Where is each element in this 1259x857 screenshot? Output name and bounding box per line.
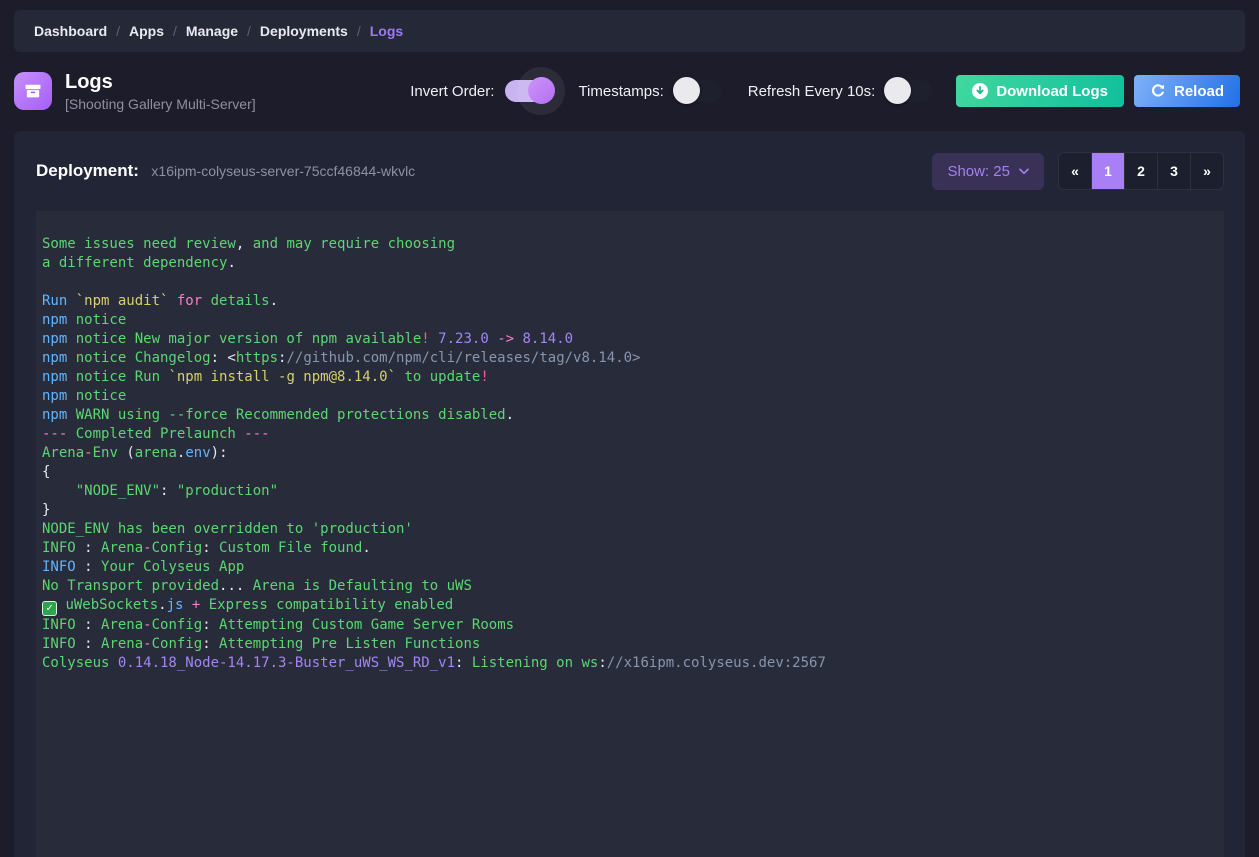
toggle-knob <box>672 77 700 104</box>
log-line: Some issues need review, and may require… <box>42 236 456 252</box>
log-line: npm notice Run `npm install -g npm@8.14.… <box>42 369 489 385</box>
breadcrumb-item-manage[interactable]: Manage <box>186 23 238 39</box>
log-line: Run `npm audit` for details. <box>42 293 279 309</box>
breadcrumb-separator: / <box>173 23 177 39</box>
breadcrumb-item-dashboard[interactable]: Dashboard <box>34 23 107 39</box>
log-line: npm notice New major version of npm avai… <box>42 331 574 347</box>
log-line: ✓ uWebSockets.js + Express compatibility… <box>42 596 1218 616</box>
page-subtitle: [Shooting Gallery Multi-Server] <box>65 95 256 112</box>
reload-button[interactable]: Reload <box>1133 75 1240 107</box>
breadcrumb-item-apps[interactable]: Apps <box>129 23 164 39</box>
log-line: a different dependency. <box>42 255 236 271</box>
download-logs-label: Download Logs <box>996 82 1108 100</box>
header-controls: Invert Order: Timestamps: Refresh Every 10… <box>410 67 1240 115</box>
log-content: Some issues need review, and may require… <box>36 211 1224 697</box>
breadcrumb-separator: / <box>247 23 251 39</box>
toggle-group: Invert Order: Timestamps: Refresh Every 10… <box>410 67 956 115</box>
page: { "breadcrumb": { "separator": "/", "ite… <box>0 0 1259 857</box>
refresh-icon <box>1150 83 1166 99</box>
chevron-down-icon <box>1019 167 1029 175</box>
breadcrumb-separator: / <box>356 23 361 39</box>
log-line: Arena-Env (arena.env): <box>42 445 228 461</box>
log-line: Colyseus 0.14.18_Node-14.17.3-Buster_uWS… <box>42 655 826 671</box>
header-buttons: Download Logs Reload <box>956 75 1240 107</box>
log-line: npm notice <box>42 312 127 328</box>
title-block: Logs [Shooting Gallery Multi-Server] <box>14 71 256 112</box>
toggle-item: Invert Order: <box>410 67 566 115</box>
toggle-item: Timestamps: <box>578 77 721 104</box>
toggle-timestamps[interactable] <box>672 77 721 104</box>
log-line: npm WARN using --force Recommended prote… <box>42 407 515 423</box>
log-line: INFO : Arena-Config: Custom File found. <box>42 540 371 556</box>
deployment-label: Deployment: <box>36 161 139 180</box>
toggle-label-invert-order: Invert Order: <box>410 82 495 100</box>
deployment-info: Deployment: x16ipm-colyseus-server-75ccf… <box>36 161 415 181</box>
archive-icon <box>14 72 52 110</box>
log-line: INFO : Arena-Config: Attempting Custom G… <box>42 617 515 633</box>
page-header: Logs [Shooting Gallery Multi-Server] Inv… <box>14 62 1240 120</box>
page-button-next[interactable]: » <box>1191 153 1223 189</box>
check-emoji: ✓ <box>42 601 57 616</box>
toggle-label-refresh-every-10s: Refresh Every 10s: <box>747 82 876 100</box>
breadcrumb-item-logs[interactable]: Logs <box>370 23 403 39</box>
log-line: "NODE_ENV": "production" <box>75 483 279 499</box>
toggle-item: Refresh Every 10s: <box>747 77 933 104</box>
download-logs-button[interactable]: Download Logs <box>956 75 1124 107</box>
log-line: npm notice <box>42 388 127 404</box>
log-viewer[interactable]: Some issues need review, and may require… <box>36 211 1224 857</box>
log-line: { <box>42 464 51 480</box>
breadcrumb-separator: / <box>116 23 121 39</box>
page-button-prev[interactable]: « <box>1059 153 1092 189</box>
page-button-3[interactable]: 3 <box>1158 153 1191 189</box>
deployment-value: x16ipm-colyseus-server-75ccf46844-wkvlc <box>151 163 416 179</box>
page-button-1[interactable]: 1 <box>1092 153 1125 189</box>
log-line: --- Completed Prelaunch --- <box>42 426 270 442</box>
log-line: INFO : Arena-Config: Attempting Pre List… <box>42 636 481 652</box>
log-line: npm notice Changelog: <https://github.co… <box>42 350 641 366</box>
show-count-label: Show: 25 <box>947 162 1010 180</box>
show-count-dropdown[interactable]: Show: 25 <box>932 152 1044 190</box>
pagination: «1 2 3» <box>1058 152 1224 190</box>
log-line: No Transport provided... Arena is Defaul… <box>42 578 472 594</box>
logs-card: Deployment: x16ipm-colyseus-server-75ccf… <box>14 131 1245 857</box>
download-circle-icon <box>972 83 989 99</box>
reload-label: Reload <box>1173 82 1224 100</box>
toggle-refresh-every-10s[interactable] <box>884 77 933 104</box>
breadcrumb-item-deployments[interactable]: Deployments <box>260 23 348 39</box>
toolbar-right: Show: 25 «1 2 3» <box>932 152 1224 190</box>
log-line: INFO : Your Colyseus App <box>42 559 245 575</box>
page-button-2[interactable]: 2 <box>1125 153 1158 189</box>
breadcrumb: Dashboard / Apps / Manage / Deployments / Logs <box>14 10 1245 52</box>
page-title: Logs <box>65 70 113 93</box>
toggle-invert-order[interactable] <box>505 67 566 115</box>
card-toolbar: Deployment: x16ipm-colyseus-server-75ccf… <box>14 131 1245 211</box>
toggle-label-timestamps: Timestamps: <box>578 82 664 100</box>
log-line: } <box>42 502 51 518</box>
log-line: NODE_ENV has been overridden to 'product… <box>42 521 413 537</box>
